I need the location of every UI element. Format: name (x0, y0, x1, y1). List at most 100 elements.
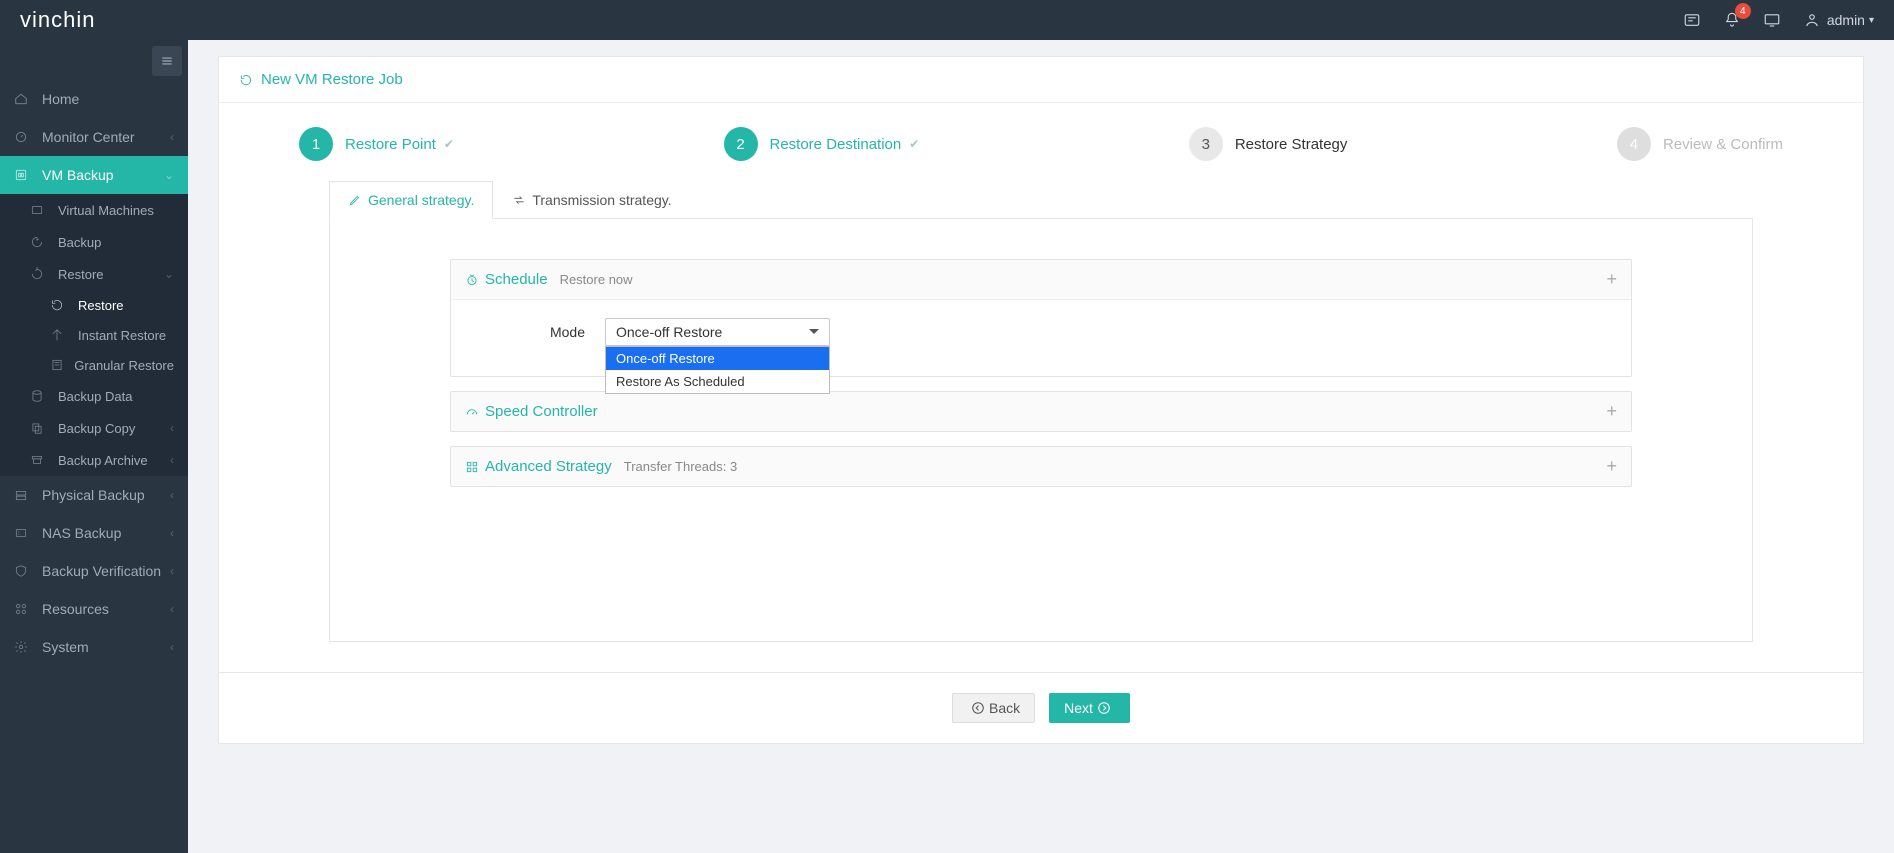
accordion-head-schedule[interactable]: Schedule Restore now + (451, 260, 1631, 299)
sidebar-item-home[interactable]: Home (0, 80, 188, 118)
sidebar-label-system: System (42, 639, 89, 655)
instant-icon (50, 328, 68, 342)
sidebar-label-backup-data: Backup Data (58, 389, 132, 404)
vms-icon (30, 203, 48, 217)
sidebar-item-backup-copy[interactable]: Backup Copy ‹ (0, 412, 188, 444)
sidebar-item-vms[interactable]: Virtual Machines (0, 194, 188, 226)
sidebar-item-backup[interactable]: Backup (0, 226, 188, 258)
plus-icon: + (1606, 401, 1617, 422)
accordion-title-schedule: Schedule (485, 271, 548, 288)
tab-general-strategy[interactable]: General strategy. (329, 181, 493, 219)
accordion-head-advanced[interactable]: Advanced Strategy Transfer Threads: 3 + (451, 447, 1631, 486)
sidebar-label-vms: Virtual Machines (58, 203, 154, 218)
physical-icon (14, 488, 32, 502)
step-review-confirm[interactable]: 4 Review & Confirm (1617, 127, 1783, 161)
sidebar-label-backup-copy: Backup Copy (58, 421, 135, 436)
tab-label-transmission: Transmission strategy. (532, 192, 671, 208)
step-label-1: Restore Point (345, 136, 436, 153)
mode-option-scheduled[interactable]: Restore As Scheduled (606, 370, 829, 393)
accordion-speed: Speed Controller + (450, 391, 1632, 432)
sidebar-item-instant-restore[interactable]: Instant Restore (0, 320, 188, 350)
accordion-head-speed[interactable]: Speed Controller + (451, 392, 1631, 431)
next-button[interactable]: Next (1049, 693, 1130, 723)
chevron-left-icon: ‹ (170, 640, 174, 654)
step-restore-point[interactable]: 1 Restore Point ✔ (299, 127, 454, 161)
chevron-left-icon: ‹ (170, 564, 174, 578)
monitor-icon (14, 130, 32, 144)
sidebar-item-verification[interactable]: Backup Verification ‹ (0, 552, 188, 590)
page-title-text: New VM Restore Job (261, 71, 403, 88)
user-name: admin (1827, 12, 1865, 28)
sidebar-item-backup-data[interactable]: Backup Data (0, 380, 188, 412)
sidebar-label-physical: Physical Backup (42, 487, 145, 503)
user-menu[interactable]: admin ▾ (1803, 11, 1874, 29)
step-label-3: Restore Strategy (1235, 136, 1348, 153)
chevron-left-icon: ‹ (170, 453, 174, 467)
step-label-2: Restore Destination (770, 136, 902, 153)
sidebar-item-physical[interactable]: Physical Backup ‹ (0, 476, 188, 514)
restore-icon (30, 267, 48, 281)
accordion-summary-schedule: Restore now (560, 272, 633, 287)
step-restore-destination[interactable]: 2 Restore Destination ✔ (724, 127, 920, 161)
brand-logo: vinchin (20, 7, 95, 33)
check-icon: ✔ (909, 137, 919, 151)
brand-part2: chin (51, 7, 95, 32)
accordion-summary-advanced: Transfer Threads: 3 (624, 459, 737, 474)
mode-select[interactable]: Once-off Restore (605, 318, 830, 346)
granular-icon (50, 358, 64, 372)
transfer-icon (512, 193, 526, 207)
accordion-schedule: Schedule Restore now + Mode Once-off Res… (450, 259, 1632, 377)
accordion-advanced: Advanced Strategy Transfer Threads: 3 + (450, 446, 1632, 487)
messages-icon[interactable] (1683, 11, 1701, 29)
notifications-icon[interactable]: 4 (1723, 11, 1741, 29)
mode-select-value: Once-off Restore (616, 324, 722, 340)
sidebar-item-restore[interactable]: Restore ⌄ (0, 258, 188, 290)
restore-sub-icon (50, 298, 68, 312)
back-button[interactable]: Back (952, 693, 1035, 723)
mode-option-once-off[interactable]: Once-off Restore (606, 347, 829, 370)
mode-dropdown: Once-off Restore Restore As Scheduled (605, 346, 830, 394)
sidebar-item-restore-sub[interactable]: Restore (0, 290, 188, 320)
sidebar-label-instant: Instant Restore (78, 328, 166, 343)
archive-icon (30, 453, 48, 467)
backup-icon (30, 235, 48, 249)
verify-icon (14, 564, 32, 578)
back-button-label: Back (989, 700, 1020, 716)
step-num-4: 4 (1617, 127, 1651, 161)
notification-badge: 4 (1735, 3, 1751, 19)
sidebar-toggle[interactable] (152, 46, 182, 76)
vm-icon (14, 168, 32, 182)
grid-icon (465, 460, 479, 474)
arrow-right-icon (1097, 701, 1111, 715)
step-restore-strategy[interactable]: 3 Restore Strategy (1189, 127, 1348, 161)
sidebar-item-system[interactable]: System ‹ (0, 628, 188, 666)
chevron-down-icon: ⌄ (164, 267, 174, 281)
brand-part1: vin (20, 7, 51, 32)
data-icon (30, 389, 48, 403)
step-num-2: 2 (724, 127, 758, 161)
nas-icon (14, 526, 32, 540)
display-icon[interactable] (1763, 11, 1781, 29)
sidebar-label-monitor: Monitor Center (42, 129, 135, 145)
sidebar-label-restore-sub: Restore (78, 298, 124, 313)
arrow-left-icon (971, 701, 985, 715)
sidebar-label-backup: Backup (58, 235, 101, 250)
sidebar-item-vmbackup[interactable]: VM Backup ⌄ (0, 156, 188, 194)
home-icon (14, 92, 32, 106)
accordion-title-advanced: Advanced Strategy (485, 458, 612, 475)
sidebar-item-backup-archive[interactable]: Backup Archive ‹ (0, 444, 188, 476)
accordion-title-speed: Speed Controller (485, 403, 598, 420)
sidebar-item-granular-restore[interactable]: Granular Restore (0, 350, 188, 380)
sidebar-label-backup-archive: Backup Archive (58, 453, 148, 468)
sidebar-item-monitor[interactable]: Monitor Center ‹ (0, 118, 188, 156)
sidebar-label-home: Home (42, 91, 79, 107)
clock-icon (465, 273, 479, 287)
pencil-icon (348, 193, 362, 207)
sidebar-label-granular: Granular Restore (74, 358, 174, 373)
plus-icon: + (1606, 269, 1617, 290)
sidebar-item-nas[interactable]: NAS Backup ‹ (0, 514, 188, 552)
sidebar-item-resources[interactable]: Resources ‹ (0, 590, 188, 628)
page-title: New VM Restore Job (219, 57, 1863, 103)
tab-transmission-strategy[interactable]: Transmission strategy. (493, 181, 690, 218)
mode-label: Mode (475, 324, 585, 340)
